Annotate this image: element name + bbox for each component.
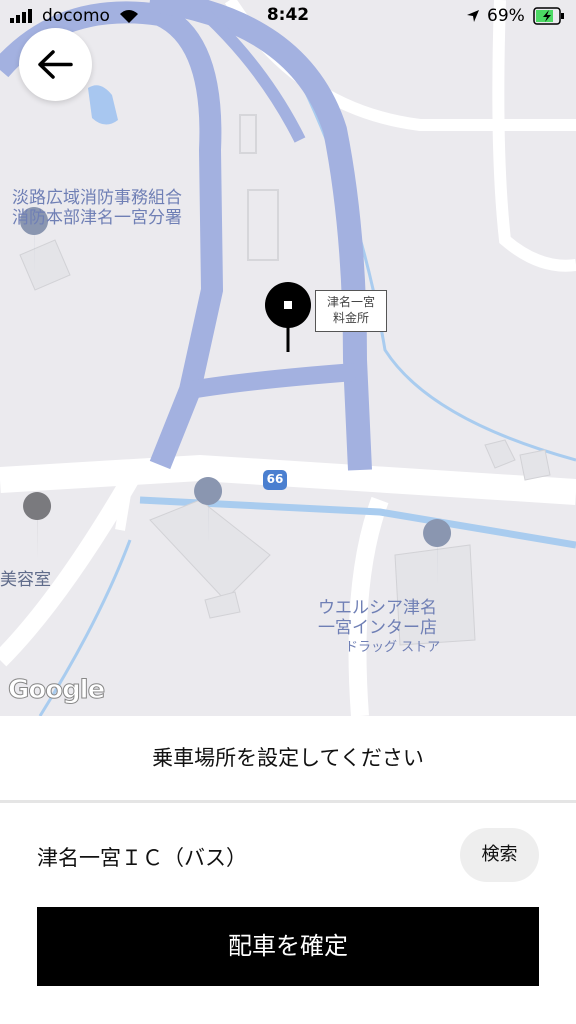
pickup-prompt: 乗車場所を設定してください	[152, 746, 424, 770]
divider	[0, 800, 576, 803]
location-arrow-icon	[467, 10, 479, 22]
search-button[interactable]: 検索	[460, 828, 539, 882]
confirm-ride-button[interactable]: 配車を確定	[37, 907, 539, 986]
route-shield: 66	[266, 472, 284, 486]
google-logo: Google	[7, 675, 105, 706]
battery-percent: 69%	[487, 6, 525, 26]
arrow-left-icon	[38, 50, 73, 79]
map-canvas	[0, 0, 576, 716]
back-button[interactable]	[19, 28, 92, 101]
map-view[interactable]: 淡路広域消防事務組合 消防本部津名一宮分署 美容室 ウエルシア津名 一宮インター…	[0, 0, 576, 716]
map-label-store-type: ドラッグ ストア	[345, 640, 441, 655]
map-label-beauty-salon: 美容室	[0, 570, 51, 590]
bottom-panel: 乗車場所を設定してください 津名一宮ＩＣ（バス） 検索 配車を確定	[0, 716, 576, 1024]
toll-booth-label: 津名一宮 料金所	[315, 290, 387, 332]
map-label-store: ウエルシア津名 一宮インター店	[318, 598, 437, 638]
battery-icon	[533, 7, 564, 25]
pickup-location[interactable]: 津名一宮ＩＣ（バス）	[37, 842, 247, 872]
map-label-fire-dept: 淡路広域消防事務組合 消防本部津名一宮分署	[12, 188, 182, 228]
